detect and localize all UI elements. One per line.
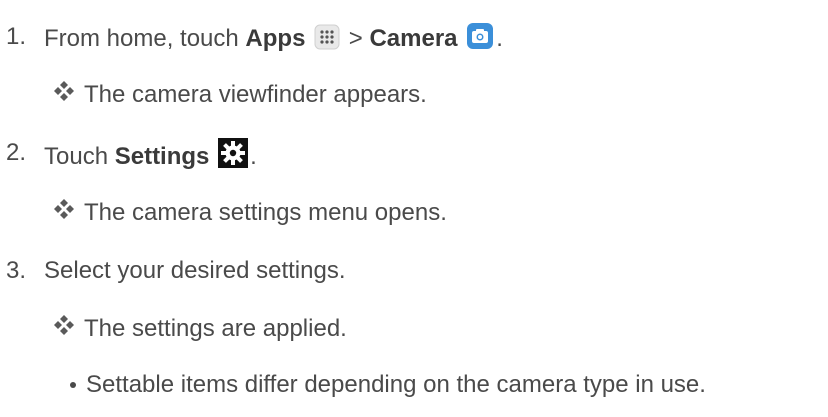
- result-text: The camera viewfinder appears.: [84, 81, 427, 108]
- four-diamond-icon: [53, 198, 75, 220]
- result-text: The camera settings menu opens.: [84, 199, 447, 226]
- apps-label: Apps: [245, 25, 306, 52]
- camera-label: Camera: [369, 25, 458, 52]
- separator: >: [348, 25, 363, 52]
- bullet-text: Settable items differ depending on the c…: [86, 371, 706, 398]
- period: .: [496, 25, 503, 52]
- four-diamond-icon: [53, 80, 75, 102]
- step-number: 3.: [6, 257, 27, 284]
- step-number: 2.: [6, 139, 27, 166]
- step-text: Touch Settings .: [44, 138, 257, 176]
- gear-icon: [218, 138, 249, 176]
- settings-label: Settings: [114, 143, 210, 170]
- four-diamond-icon: [53, 314, 75, 336]
- step-text: From home, touch Apps > Camera .: [44, 22, 503, 58]
- step-text: Select your desired settings.: [44, 257, 346, 284]
- bullet-dot: [70, 382, 76, 388]
- result-text: The settings are applied.: [84, 315, 347, 342]
- camera-app-icon: [466, 22, 494, 58]
- apps-grid-icon: [314, 24, 340, 58]
- step-2-intro: Touch: [44, 143, 109, 170]
- step-1-intro: From home, touch: [44, 25, 239, 52]
- step-number: 1.: [6, 23, 27, 50]
- period: .: [250, 143, 257, 170]
